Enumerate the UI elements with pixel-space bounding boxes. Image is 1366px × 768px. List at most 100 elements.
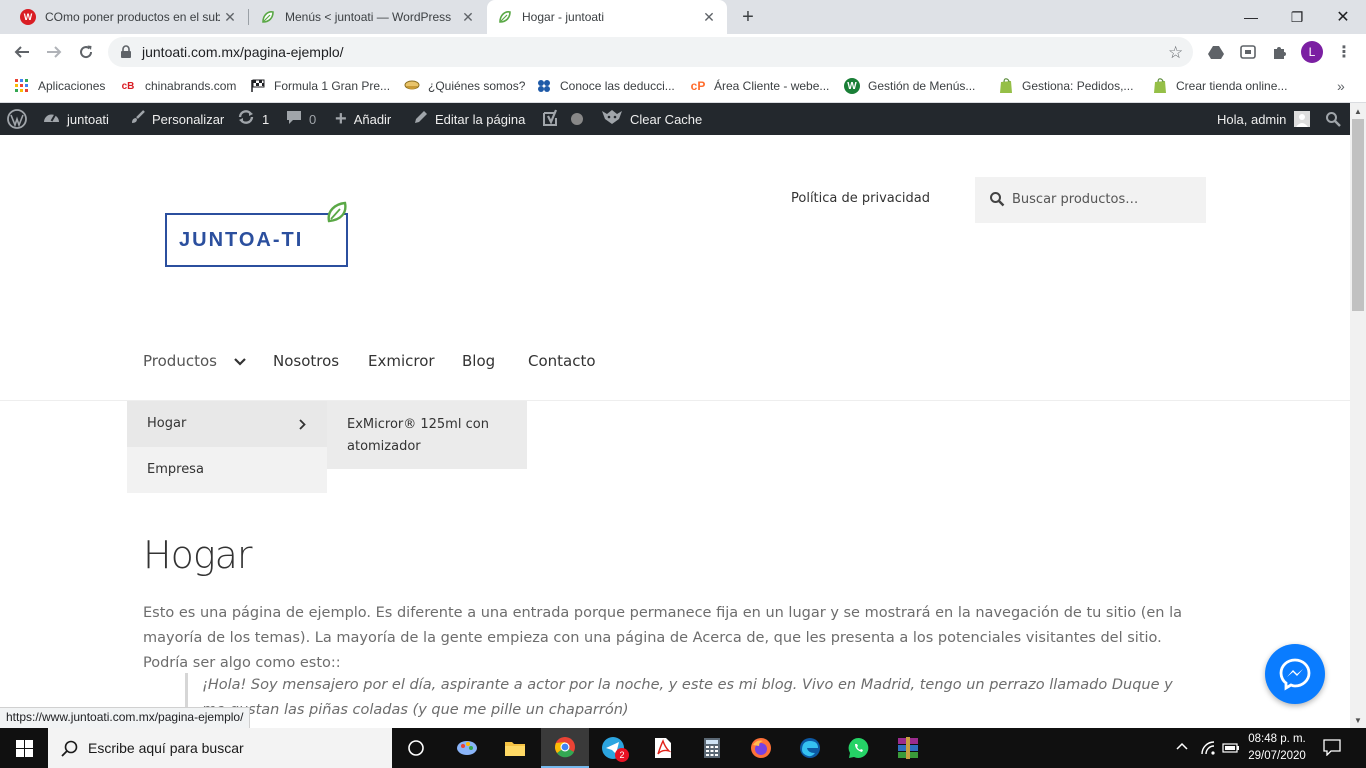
- nav-item-nosotros[interactable]: Nosotros: [273, 352, 339, 370]
- new-tab-button[interactable]: +: [735, 0, 761, 34]
- bookmark-gestion-menus[interactable]: W Gestión de Menús...: [844, 77, 975, 95]
- bookmark-chinabrands[interactable]: cB chinabrands.com: [119, 77, 237, 95]
- nav-item-blog[interactable]: Blog: [462, 352, 495, 370]
- taskbar-app-calculator[interactable]: [688, 728, 736, 768]
- messenger-icon: [1279, 658, 1311, 691]
- star-bookmark-icon[interactable]: ☆: [1168, 43, 1183, 63]
- messenger-chat-button[interactable]: [1265, 644, 1325, 704]
- privacy-policy-link[interactable]: Política de privacidad: [791, 191, 930, 206]
- back-arrow-icon[interactable]: [10, 40, 34, 64]
- comment-bubble-icon: [286, 110, 302, 129]
- admin-updates[interactable]: 1: [237, 103, 269, 135]
- wifi-icon[interactable]: [1200, 740, 1216, 761]
- taskbar-app-whatsapp[interactable]: [835, 728, 883, 768]
- lock-icon[interactable]: [120, 45, 132, 64]
- bookmark-apps[interactable]: Aplicaciones: [14, 77, 105, 95]
- bookmark-formula1[interactable]: Formula 1 Gran Pre...: [250, 77, 390, 95]
- taskbar-app-file-explorer[interactable]: [491, 728, 539, 768]
- taskbar-app-telegram[interactable]: 2: [589, 728, 637, 768]
- admin-edit-page[interactable]: Editar la página: [413, 103, 525, 135]
- notifications-icon[interactable]: [1323, 738, 1341, 761]
- address-bar[interactable]: juntoati.com.mx/pagina-ejemplo/ ☆: [108, 37, 1193, 67]
- brush-icon: [131, 110, 145, 128]
- tab-0[interactable]: W COmo poner productos en el sub ✕: [0, 0, 248, 34]
- shopify-icon: [1152, 78, 1168, 94]
- tab-title: Menús < juntoati — WordPress: [285, 10, 452, 24]
- site-logo[interactable]: JUNTOA-TI: [165, 201, 348, 267]
- scrollbar-thumb[interactable]: [1352, 119, 1364, 311]
- close-window-button[interactable]: ✕: [1320, 0, 1366, 34]
- tab-title: COmo poner productos en el sub: [45, 10, 220, 24]
- wordpress-green-icon: W: [844, 78, 860, 94]
- taskbar-app-paint3d[interactable]: [443, 728, 491, 768]
- bowl-icon: [404, 78, 420, 94]
- bookmark-gestiona-pedidos[interactable]: Gestiona: Pedidos,...: [998, 77, 1133, 95]
- task-view-button[interactable]: [392, 728, 440, 768]
- submenu-label-line2: atomizador: [347, 439, 421, 454]
- admin-search-icon[interactable]: [1325, 103, 1341, 135]
- admin-user-greeting[interactable]: Hola, admin: [1217, 103, 1311, 135]
- nav-item-exmicror[interactable]: Exmicror: [368, 352, 435, 370]
- minimize-button[interactable]: —: [1228, 0, 1274, 34]
- bookmark-deducciones[interactable]: Conoce las deducci...: [536, 77, 675, 95]
- task-view-icon: [408, 740, 424, 756]
- taskbar-clock[interactable]: 08:48 p. m. 29/07/2020: [1232, 731, 1322, 765]
- bookmark-crear-tienda[interactable]: Crear tienda online...: [1152, 77, 1287, 95]
- add-new-label: Añadir: [353, 111, 392, 127]
- menu-kebab-icon[interactable]: ⋮: [1336, 42, 1352, 62]
- calculator-icon: [704, 738, 720, 758]
- taskbar-app-chrome-active[interactable]: [541, 728, 589, 768]
- taskbar-search-box[interactable]: Escribe aquí para buscar: [48, 728, 392, 768]
- wordpress-logo-icon[interactable]: [7, 103, 27, 135]
- windows-logo-icon: [15, 739, 33, 757]
- product-search-input[interactable]: Buscar productos…: [975, 177, 1206, 223]
- more-bookmarks-chevron-icon[interactable]: »: [1337, 77, 1345, 95]
- nav-item-productos[interactable]: Productos: [143, 352, 246, 370]
- forward-arrow-icon[interactable]: [42, 40, 66, 64]
- maximize-button[interactable]: ❐: [1274, 0, 1320, 34]
- admin-clear-cache[interactable]: Clear Cache: [601, 103, 702, 135]
- customize-label: Personalizar: [152, 111, 225, 127]
- submenu-item-hogar[interactable]: Hogar: [127, 401, 327, 447]
- url-text[interactable]: juntoati.com.mx/pagina-ejemplo/: [142, 44, 344, 60]
- plus-icon: +: [335, 107, 347, 130]
- taskbar-app-acrobat[interactable]: [639, 728, 687, 768]
- submenu-item-empresa[interactable]: Empresa: [127, 447, 327, 493]
- windows-start-button[interactable]: [0, 728, 48, 768]
- bookmark-label: Formula 1 Gran Pre...: [274, 79, 391, 93]
- tab-2-active[interactable]: Hogar - juntoati ✕: [487, 0, 727, 34]
- bookmark-label: Gestión de Menús...: [868, 79, 976, 93]
- taskbar-app-edge[interactable]: [786, 728, 834, 768]
- yoast-seo-icon[interactable]: [541, 103, 583, 135]
- nav-item-contacto[interactable]: Contacto: [528, 352, 596, 370]
- folder-icon: [505, 742, 525, 756]
- admin-add-new[interactable]: + Añadir: [335, 103, 391, 135]
- submenu-item-exmicror-125ml[interactable]: ExMicror® 125ml con atomizador: [347, 414, 489, 458]
- taskbar-app-winrar[interactable]: [884, 728, 932, 768]
- scroll-up-arrow-icon[interactable]: ▲: [1350, 103, 1366, 119]
- profile-avatar[interactable]: L: [1301, 41, 1323, 63]
- extensions-puzzle-icon[interactable]: [1271, 43, 1289, 61]
- close-tab-icon[interactable]: ✕: [699, 9, 719, 26]
- taskbar-app-firefox[interactable]: [737, 728, 785, 768]
- close-tab-icon[interactable]: ✕: [458, 9, 478, 26]
- screen-extension-icon[interactable]: [1239, 43, 1257, 61]
- pdf-icon: [655, 738, 672, 758]
- tab-1[interactable]: Menús < juntoati — WordPress ✕: [250, 0, 486, 34]
- close-tab-icon[interactable]: ✕: [220, 9, 240, 26]
- scroll-down-arrow-icon[interactable]: ▼: [1350, 712, 1366, 728]
- drive-extension-icon[interactable]: [1207, 43, 1225, 61]
- bookmark-area-cliente[interactable]: cP Área Cliente - webe...: [690, 77, 830, 95]
- tab-strip: W COmo poner productos en el sub ✕ Menús…: [0, 0, 1366, 34]
- page-scrollbar[interactable]: ▲ ▼: [1350, 103, 1366, 728]
- dropdown-submenu: Hogar Empresa: [127, 401, 327, 493]
- bookmark-label: Área Cliente - webe...: [714, 79, 830, 93]
- admin-customize[interactable]: Personalizar: [131, 103, 224, 135]
- bookmark-quienes-somos[interactable]: ¿Quiénes somos?: [404, 77, 525, 95]
- link-status-bar: https://www.juntoati.com.mx/pagina-ejemp…: [0, 707, 251, 728]
- admin-comments[interactable]: 0: [286, 103, 316, 135]
- reload-icon[interactable]: [74, 40, 98, 64]
- admin-site-name[interactable]: juntoati: [43, 103, 109, 135]
- tray-chevron-up-icon[interactable]: [1176, 739, 1188, 753]
- nav-label: Productos: [143, 352, 217, 370]
